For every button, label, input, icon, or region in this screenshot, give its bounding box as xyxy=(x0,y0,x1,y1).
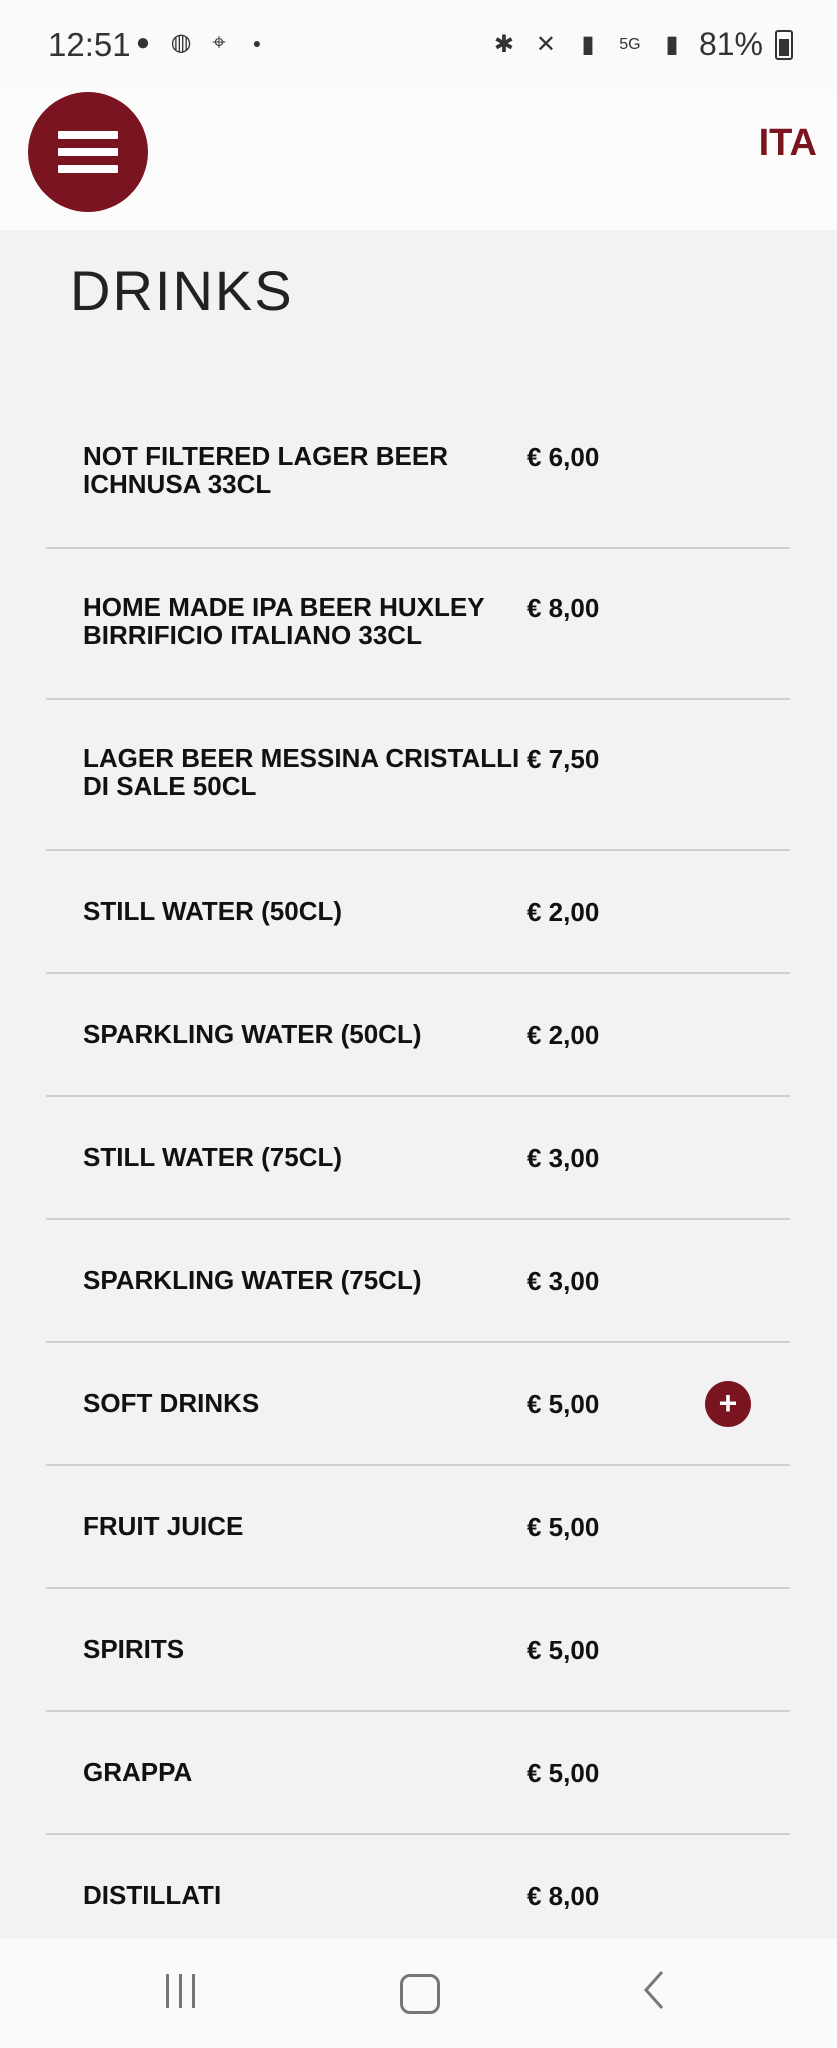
status-bar: 12:51 ● ◍ ⌖ ● ✱ ✕ ▮ 5G ▮ 81% xyxy=(0,0,837,90)
item-price: € 8,00 xyxy=(527,1881,600,1911)
item-name: LAGER BEER MESSINA CRISTALLI DI SALE 50C… xyxy=(83,743,520,801)
system-nav-bar xyxy=(0,1938,837,2048)
item-price: € 5,00 xyxy=(527,1512,600,1542)
list-item[interactable]: GRAPPA € 5,00 xyxy=(46,1712,790,1835)
back-icon[interactable] xyxy=(640,1968,668,2012)
recent-apps-icon-bar xyxy=(192,1974,195,2008)
list-item[interactable]: SPARKLING WATER (50CL) € 2,00 xyxy=(46,974,790,1097)
item-name: GRAPPA xyxy=(83,1757,193,1787)
list-item[interactable]: FRUIT JUICE € 5,00 xyxy=(46,1466,790,1589)
list-item[interactable]: STILL WATER (50CL) € 2,00 xyxy=(46,851,790,974)
list-item[interactable]: LAGER BEER MESSINA CRISTALLI DI SALE 50C… xyxy=(46,700,790,851)
language-toggle[interactable]: ITA xyxy=(759,122,817,165)
signal-icon: ▮ xyxy=(665,30,679,58)
chat-icon: ● xyxy=(135,29,151,56)
battery-icon xyxy=(775,29,793,60)
5g-icon: 5G xyxy=(619,35,641,53)
item-name: FRUIT JUICE xyxy=(83,1511,244,1541)
drinks-list: NOT FILTERED LAGER BEER ICHNUSA 33CL € 6… xyxy=(46,398,790,1958)
item-name: SPARKLING WATER (75CL) xyxy=(83,1265,422,1295)
status-right-icons: ✱ ✕ ▮ 5G ▮ 81% xyxy=(489,26,793,63)
item-price: € 5,00 xyxy=(527,1635,600,1665)
hamburger-icon-bar xyxy=(58,131,118,139)
bluetooth-icon: ✱ xyxy=(493,30,514,58)
item-price: € 7,50 xyxy=(527,744,600,774)
list-item[interactable]: SOFT DRINKS € 5,00 + xyxy=(46,1343,790,1466)
battery-percent: 81% xyxy=(698,26,763,62)
status-time: 12:51 xyxy=(48,26,131,63)
recent-apps-icon-bar xyxy=(179,1974,182,2008)
item-price: € 5,00 xyxy=(527,1389,600,1419)
item-price: € 2,00 xyxy=(527,1020,600,1050)
mute-icon: ✕ xyxy=(535,30,556,58)
item-name: STILL WATER (50CL) xyxy=(83,896,343,926)
recent-apps-icon-bar xyxy=(166,1974,169,2008)
expand-plus-icon[interactable]: + xyxy=(705,1381,751,1427)
hamburger-icon-bar xyxy=(58,165,118,173)
item-name: SPIRITS xyxy=(83,1634,185,1664)
status-left-icons: ● ◍ ⌖ ● xyxy=(128,28,272,58)
signal-r-icon: ▮ xyxy=(581,30,595,58)
list-item[interactable]: NOT FILTERED LAGER BEER ICHNUSA 33CL € 6… xyxy=(46,398,790,549)
globe-icon: ◍ xyxy=(170,29,192,56)
item-price: € 8,00 xyxy=(527,593,600,623)
item-name: DISTILLATI xyxy=(83,1880,222,1910)
hamburger-icon-bar xyxy=(58,148,118,156)
item-price: € 2,00 xyxy=(527,897,600,927)
maps-icon: ⌖ xyxy=(212,29,226,56)
item-name: SOFT DRINKS xyxy=(83,1388,260,1418)
dot-icon: ● xyxy=(252,35,262,51)
section-title: DRINKS xyxy=(70,259,294,322)
list-item[interactable]: SPARKLING WATER (75CL) € 3,00 xyxy=(46,1220,790,1343)
item-name: SPARKLING WATER (50CL) xyxy=(83,1019,422,1049)
item-name: HOME MADE IPA BEER HUXLEY BIRRIFICIO ITA… xyxy=(83,592,485,650)
list-item[interactable]: STILL WATER (75CL) € 3,00 xyxy=(46,1097,790,1220)
recent-apps-icon[interactable] xyxy=(166,1974,195,2008)
item-price: € 6,00 xyxy=(527,442,600,472)
item-price: € 3,00 xyxy=(527,1266,600,1296)
list-item[interactable]: SPIRITS € 5,00 xyxy=(46,1589,790,1712)
item-price: € 3,00 xyxy=(527,1143,600,1173)
item-name: STILL WATER (75CL) xyxy=(83,1142,343,1172)
menu-button[interactable] xyxy=(28,92,148,212)
list-item[interactable]: HOME MADE IPA BEER HUXLEY BIRRIFICIO ITA… xyxy=(46,549,790,700)
item-name: NOT FILTERED LAGER BEER ICHNUSA 33CL xyxy=(83,441,448,499)
item-price: € 5,00 xyxy=(527,1758,600,1788)
home-icon[interactable] xyxy=(400,1974,440,2014)
